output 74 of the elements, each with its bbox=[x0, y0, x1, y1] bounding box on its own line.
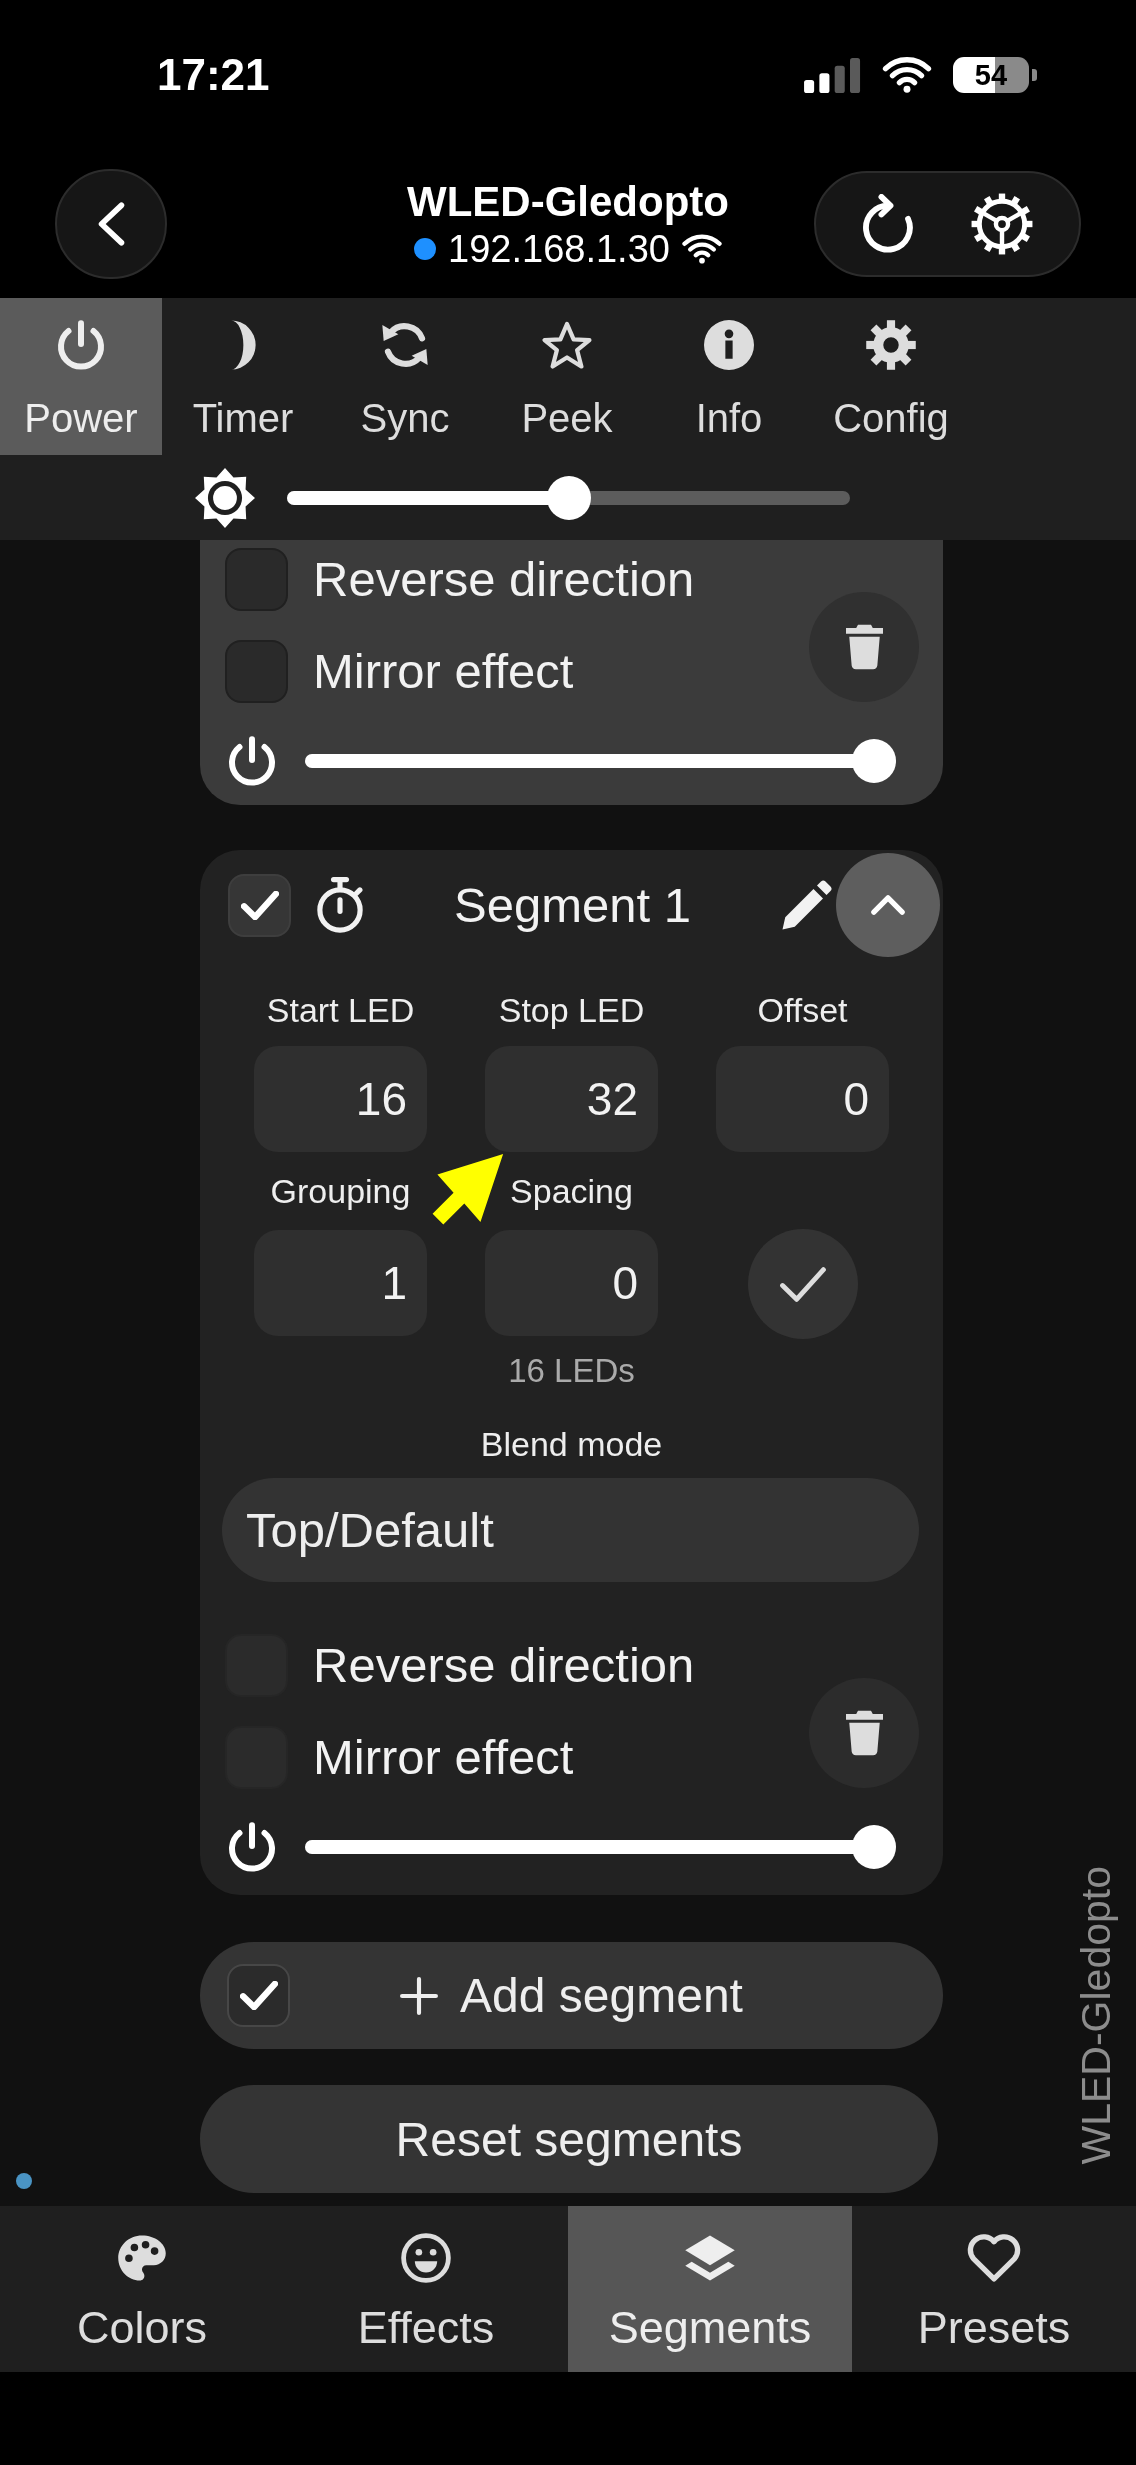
nav-tab[interactable]: Segments bbox=[568, 2206, 852, 2372]
segment-brightness-slider[interactable] bbox=[305, 1825, 896, 1869]
checkbox[interactable] bbox=[227, 1964, 290, 2027]
status-dot-icon bbox=[16, 2173, 32, 2189]
check-icon bbox=[239, 1981, 278, 2010]
device-name-label: WLED-Gledopto bbox=[1074, 1866, 1118, 2165]
wifi-icon bbox=[681, 234, 722, 264]
palette-icon bbox=[118, 2233, 166, 2283]
segment-name: Segment 1 bbox=[454, 877, 691, 933]
number-field[interactable]: 0 bbox=[716, 1046, 889, 1152]
nav-tab[interactable]: Effects bbox=[284, 2206, 568, 2372]
checkbox[interactable] bbox=[228, 873, 291, 937]
refresh-icon[interactable] bbox=[862, 194, 915, 254]
ip-address: 192.168.1.30 bbox=[448, 227, 670, 271]
settings-icon[interactable] bbox=[970, 193, 1033, 255]
power-icon[interactable] bbox=[228, 736, 276, 786]
nav-tab[interactable]: Config bbox=[810, 298, 972, 455]
clock-time: 17:21 bbox=[157, 50, 270, 100]
trash-icon bbox=[845, 1710, 883, 1756]
nav-tab[interactable]: Info bbox=[648, 298, 810, 455]
pointer-arrow-icon bbox=[432, 1154, 504, 1225]
sun-icon bbox=[195, 467, 255, 528]
nav-tab[interactable]: Power bbox=[0, 298, 162, 455]
pencil-icon[interactable] bbox=[782, 880, 832, 930]
field-label: Start LED bbox=[266, 990, 415, 1030]
blend-mode-dropdown[interactable]: Top/Default bbox=[222, 1478, 919, 1582]
check-icon bbox=[779, 1266, 826, 1302]
reset-segments-button[interactable]: Reset segments bbox=[200, 2085, 938, 2193]
option-label: Mirror effect bbox=[313, 643, 574, 699]
smiley-icon bbox=[401, 2233, 451, 2283]
slider-thumb[interactable] bbox=[852, 739, 896, 783]
number-field[interactable]: 16 bbox=[254, 1046, 427, 1152]
sync-icon bbox=[381, 320, 429, 370]
wifi-icon bbox=[882, 57, 932, 93]
plus-icon bbox=[400, 1976, 439, 2015]
star-icon bbox=[542, 320, 592, 370]
slider-thumb[interactable] bbox=[852, 1825, 896, 1869]
heart-icon bbox=[967, 2233, 1021, 2283]
battery-indicator: 54 bbox=[953, 57, 1037, 93]
checkbox[interactable] bbox=[225, 547, 288, 611]
nav-tab[interactable]: Timer bbox=[162, 298, 324, 455]
led-count: 16 LEDs bbox=[508, 1351, 635, 1391]
option-label: Reverse direction bbox=[313, 551, 695, 607]
brightness-slider[interactable] bbox=[287, 475, 850, 520]
nav-tab[interactable]: Peek bbox=[486, 298, 648, 455]
settings-icon bbox=[866, 320, 916, 370]
option-label: Mirror effect bbox=[313, 1729, 574, 1785]
option-label: Reverse direction bbox=[313, 1637, 695, 1693]
trash-icon bbox=[845, 624, 883, 670]
device-title: WLED-Gledopto bbox=[407, 177, 729, 227]
field-label: Spacing bbox=[510, 1171, 633, 1211]
power-icon bbox=[57, 320, 105, 370]
check-icon bbox=[240, 890, 279, 920]
checkbox[interactable] bbox=[225, 639, 288, 703]
chevron-up-icon bbox=[871, 895, 905, 915]
nav-tab[interactable]: Colors bbox=[0, 2206, 284, 2372]
field-label: Stop LED bbox=[498, 990, 645, 1030]
field-label: Offset bbox=[757, 990, 848, 1030]
segment-brightness-slider[interactable] bbox=[305, 739, 896, 783]
chevron-left-icon bbox=[97, 202, 125, 246]
number-field[interactable]: 32 bbox=[485, 1046, 658, 1152]
signal-icon bbox=[804, 57, 861, 93]
nav-tab[interactable]: Presets bbox=[852, 2206, 1136, 2372]
power-icon[interactable] bbox=[228, 1822, 276, 1872]
stopwatch-icon[interactable] bbox=[317, 877, 363, 933]
info-icon bbox=[704, 320, 754, 370]
number-field[interactable]: 0 bbox=[485, 1230, 658, 1336]
field-label: Blend mode bbox=[480, 1424, 663, 1464]
nav-tab[interactable]: Sync bbox=[324, 298, 486, 455]
number-field[interactable]: 1 bbox=[254, 1230, 427, 1336]
field-label: Grouping bbox=[270, 1171, 411, 1211]
add-segment-button[interactable]: Add segment bbox=[400, 1967, 743, 2024]
layers-icon bbox=[685, 2233, 735, 2283]
connection-dot-icon bbox=[414, 238, 437, 260]
